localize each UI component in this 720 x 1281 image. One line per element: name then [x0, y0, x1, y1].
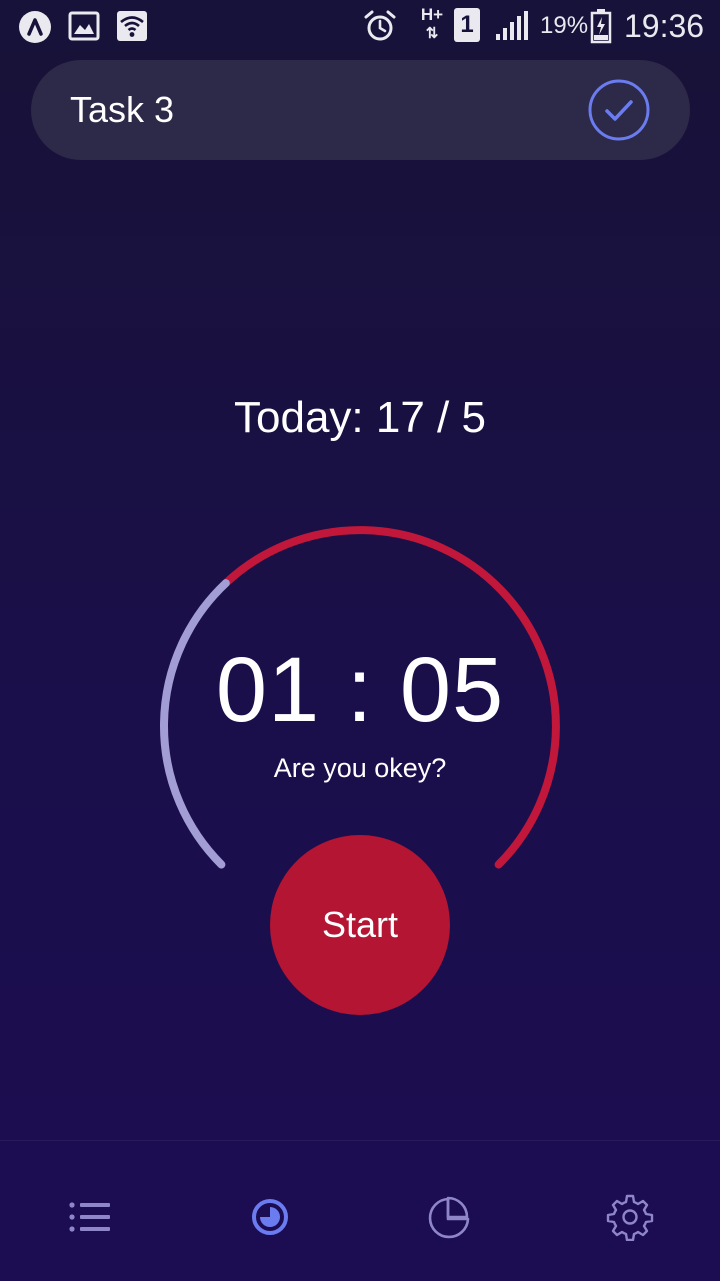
task-title[interactable]: Task 3 [70, 90, 174, 130]
clock-time: 19:36 [624, 8, 705, 44]
wifi-icon [117, 11, 147, 41]
bottom-nav [0, 1140, 720, 1281]
alarm-icon [364, 10, 396, 41]
today-counter: Today: 17 / 5 [234, 393, 486, 442]
task-bar[interactable]: Task 3 [31, 60, 690, 160]
pie-chart-icon[interactable] [426, 1193, 474, 1241]
start-button[interactable]: Start [270, 835, 450, 1015]
app-icon [19, 11, 51, 43]
sim-icon: 1 [454, 8, 480, 42]
timer-icon[interactable] [246, 1193, 294, 1241]
signal-icon [496, 11, 528, 40]
sim-slot-label: 1 [460, 11, 474, 38]
gear-icon[interactable] [606, 1193, 654, 1241]
status-bar: H+ ⇅ 1 19% 19:36 [0, 0, 720, 52]
timer-display: 01 : 05 [215, 639, 505, 741]
gallery-icon [68, 11, 100, 41]
list-icon[interactable] [66, 1193, 114, 1241]
network-type-label: H+ [420, 5, 444, 24]
timer-message: Are you okey? [273, 753, 447, 783]
battery-percent: 19% [540, 12, 589, 39]
check-circle-icon[interactable] [587, 78, 651, 142]
network-type-icon: H+ ⇅ [420, 5, 444, 43]
battery-icon [590, 9, 612, 44]
